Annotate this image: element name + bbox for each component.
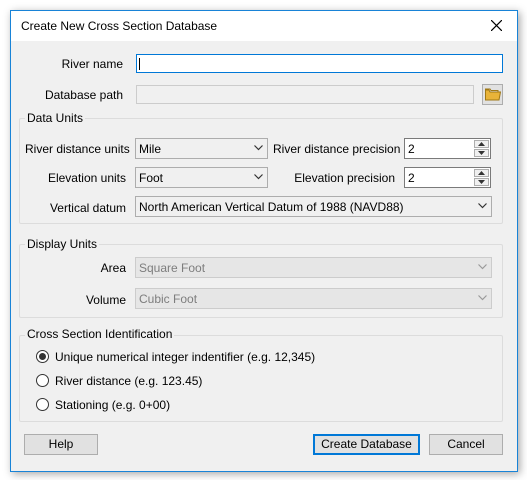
elevation-units-label: Elevation units [47, 171, 126, 185]
river-distance-radio[interactable] [36, 374, 49, 387]
volume-label: Volume [85, 293, 126, 307]
close-button[interactable] [477, 11, 517, 41]
create-database-button[interactable]: Create Database [313, 434, 420, 455]
river-name-input[interactable] [136, 54, 503, 73]
river-distance-precision-spinner[interactable]: 2 [404, 138, 491, 159]
elevation-precision-label: Elevation precision [294, 171, 395, 185]
database-path-field [136, 85, 474, 104]
vertical-datum-dropdown[interactable]: North American Vertical Datum of 1988 (N… [135, 196, 492, 217]
stationing-label[interactable]: Stationing (e.g. 0+00) [55, 398, 170, 412]
spin-up-icon [478, 142, 485, 146]
title-bar: Create New Cross Section Database [11, 11, 517, 41]
text-caret [139, 58, 140, 70]
volume-dropdown: Cubic Foot [135, 288, 492, 309]
spin-up-button[interactable] [474, 169, 489, 177]
area-dropdown: Square Foot [135, 257, 492, 278]
river-distance-precision-label: River distance precision [273, 142, 401, 156]
help-button[interactable]: Help [24, 434, 98, 455]
browse-folder-button[interactable] [482, 84, 503, 105]
spin-down-button[interactable] [474, 178, 489, 186]
elevation-precision-spinner[interactable]: 2 [404, 167, 491, 188]
chevron-down-icon [478, 295, 487, 301]
unique-integer-label[interactable]: Unique numerical integer indentifier (e.… [55, 350, 315, 364]
chevron-down-icon [478, 203, 487, 209]
folder-icon [485, 88, 501, 101]
spin-down-icon [478, 151, 485, 155]
database-path-label: Database path [44, 88, 123, 102]
cancel-button[interactable]: Cancel [429, 434, 503, 455]
elevation-units-dropdown[interactable]: Foot [135, 167, 268, 188]
data-units-title: Data Units [25, 111, 86, 125]
spin-down-button[interactable] [474, 149, 489, 157]
cross-section-id-title: Cross Section Identification [25, 327, 175, 341]
unique-integer-radio[interactable] [36, 350, 49, 363]
chevron-down-icon [254, 174, 263, 180]
area-label: Area [100, 261, 126, 275]
river-distance-units-label: River distance units [25, 142, 130, 156]
display-units-title: Display Units [25, 237, 100, 251]
river-distance-units-dropdown[interactable]: Mile [135, 138, 268, 159]
stationing-radio[interactable] [36, 398, 49, 411]
vertical-datum-label: Vertical datum [49, 201, 126, 215]
spin-up-button[interactable] [474, 140, 489, 148]
dialog-window: Create New Cross Section Database River … [10, 10, 518, 472]
chevron-down-icon [254, 145, 263, 151]
river-name-label: River name [61, 57, 123, 71]
chevron-down-icon [478, 264, 487, 270]
river-distance-option-label[interactable]: River distance (e.g. 123.45) [55, 374, 202, 388]
spin-down-icon [478, 180, 485, 184]
close-icon [491, 20, 502, 31]
window-title: Create New Cross Section Database [21, 19, 218, 33]
spin-up-icon [478, 171, 485, 175]
